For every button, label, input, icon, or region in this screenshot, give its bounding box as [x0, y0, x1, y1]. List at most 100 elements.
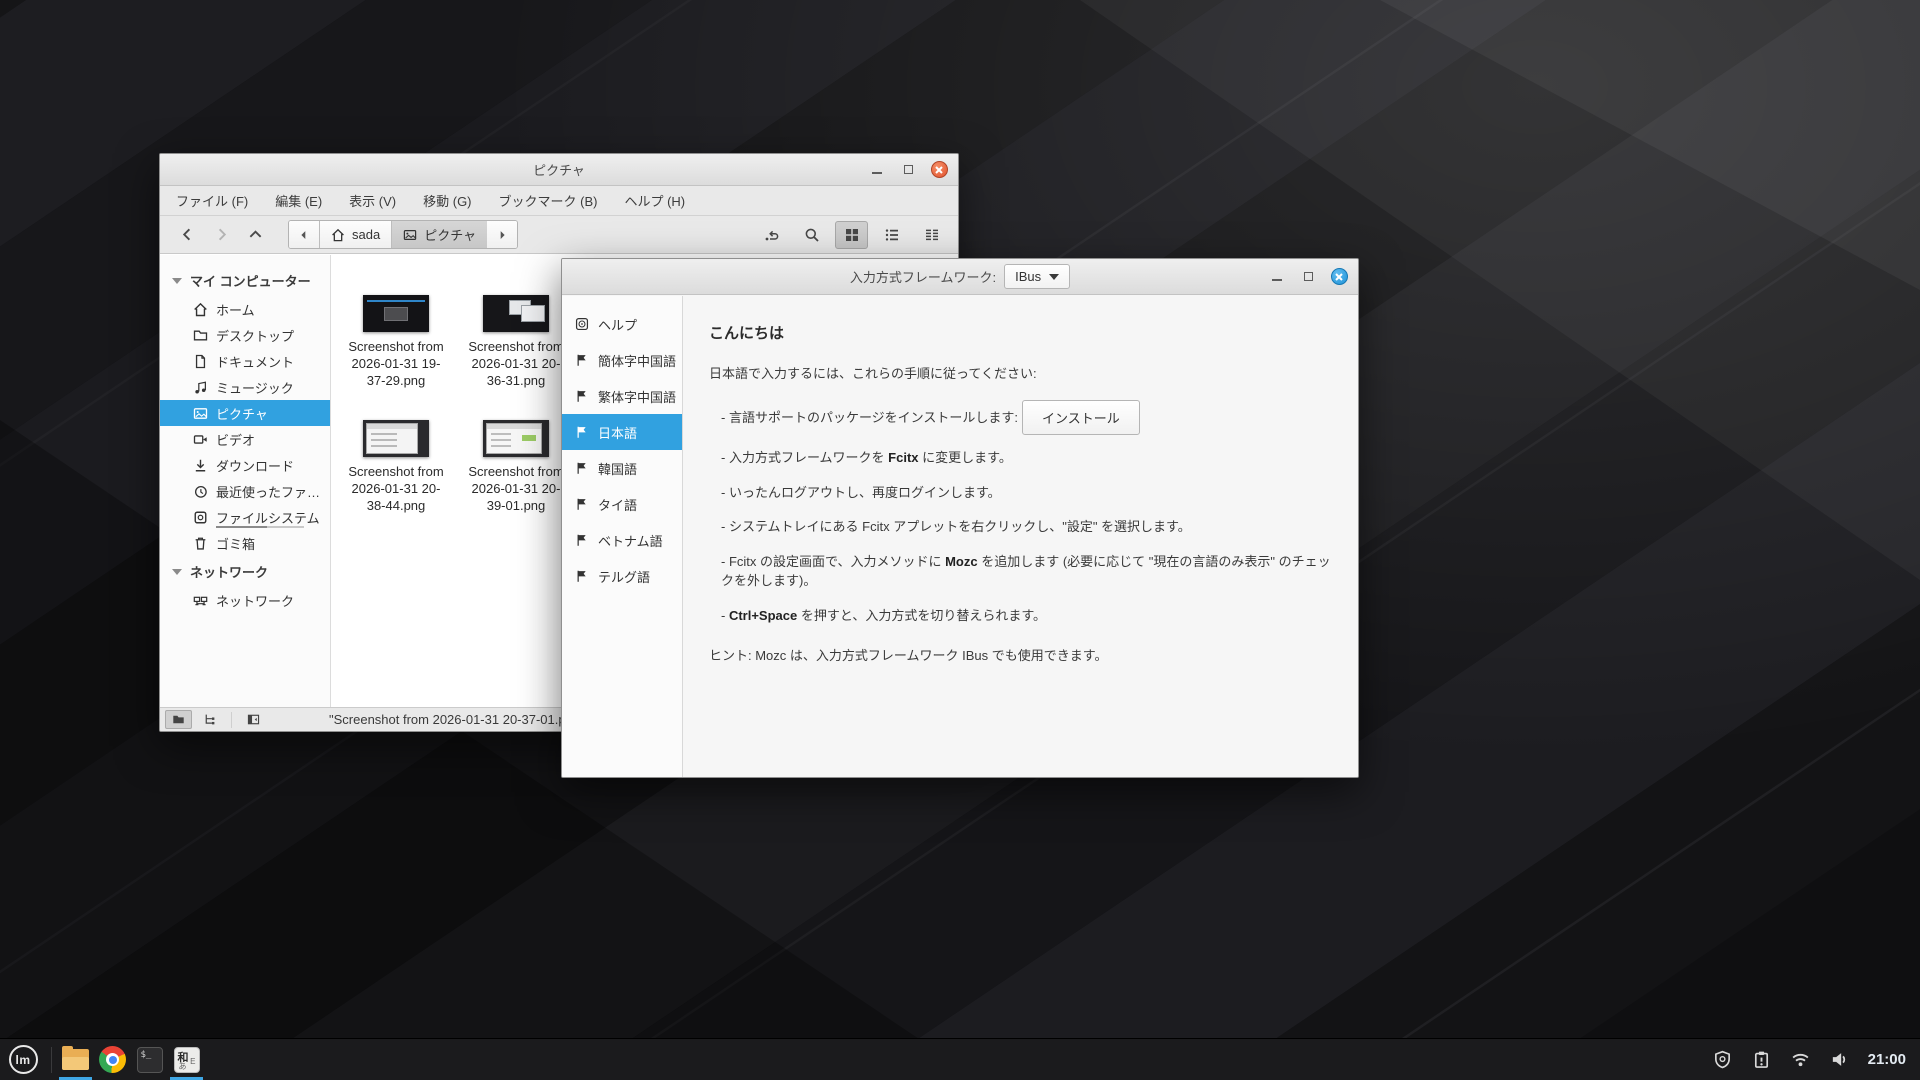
- language-item[interactable]: タイ語: [562, 486, 682, 522]
- language-item[interactable]: 日本語: [562, 414, 682, 450]
- disk-usage-bar: [216, 526, 304, 528]
- file-item[interactable]: Screenshot from2026-01-31 20-38-44.png: [336, 420, 456, 515]
- language-item[interactable]: ヘルプ: [562, 306, 682, 342]
- flag-icon: [575, 461, 589, 475]
- im-close-button[interactable]: [1330, 268, 1348, 286]
- im-titlebar[interactable]: 入力方式フレームワーク: IBus: [562, 259, 1358, 295]
- language-item[interactable]: 簡体字中国語: [562, 342, 682, 378]
- im-step: - 言語サポートのパッケージをインストールします:インストール: [721, 400, 1332, 435]
- sidebar-item-label: デスクトップ: [216, 326, 294, 345]
- fm-titlebar[interactable]: ピクチャ: [160, 154, 958, 186]
- sidebar-item-network[interactable]: ネットワーク: [160, 587, 330, 613]
- framework-dropdown[interactable]: IBus: [1004, 264, 1070, 289]
- fm-window-title: ピクチャ: [160, 160, 958, 179]
- sidebar-item-label: ファイルシステム: [216, 508, 320, 527]
- file-item[interactable]: Screenshot from2026-01-31 20-36-31.png: [456, 295, 576, 390]
- search-button[interactable]: [795, 221, 828, 249]
- im-step-text: - Ctrl+Space を押すと、入力方式を切り替えられます。: [721, 608, 1046, 623]
- file-item[interactable]: Screenshot from2026-01-31 20-39-01.png: [456, 420, 576, 515]
- sidebar-item-folder[interactable]: デスクトップ: [160, 322, 330, 348]
- taskbar: lm $_ 和あE 21:00: [0, 1038, 1920, 1080]
- network-tray-button[interactable]: [1786, 1039, 1816, 1080]
- grid-view-button[interactable]: [835, 221, 868, 249]
- compact-view-button[interactable]: [915, 221, 948, 249]
- fm-menu-item[interactable]: ファイル (F): [176, 191, 248, 210]
- input-method-icon: 和あE: [174, 1047, 200, 1073]
- language-item[interactable]: テルグ語: [562, 558, 682, 594]
- places-icon: [172, 713, 185, 726]
- list-view-button[interactable]: [875, 221, 908, 249]
- fm-toolbar: sada ピクチャ: [160, 216, 958, 254]
- sidebar-item-label: ホーム: [216, 300, 255, 319]
- file-thumbnail: [483, 295, 549, 332]
- sidebar-toggle-button[interactable]: [240, 710, 267, 729]
- home-icon: [331, 228, 345, 242]
- treeview-toggle-button[interactable]: [196, 710, 223, 729]
- sidebar-item-music[interactable]: ミュージック: [160, 374, 330, 400]
- sidebar-item-label: ミュージック: [216, 378, 294, 397]
- chevron-left-icon: [297, 228, 311, 242]
- file-manager-launcher[interactable]: [57, 1039, 94, 1080]
- path-segment-sada[interactable]: sada: [320, 221, 392, 248]
- path-scroll-right[interactable]: [487, 221, 517, 248]
- sidebar-item-disk[interactable]: ファイルシステム: [160, 504, 330, 530]
- fm-maximize-button[interactable]: [899, 161, 917, 179]
- sidebar-item-document[interactable]: ドキュメント: [160, 348, 330, 374]
- language-item[interactable]: 韓国語: [562, 450, 682, 486]
- im-intro: 日本語で入力するには、これらの手順に従ってください:: [709, 363, 1332, 382]
- file-thumbnail: [483, 420, 549, 457]
- fm-menu-item[interactable]: 編集 (E): [275, 191, 322, 210]
- menu-button[interactable]: lm: [0, 1039, 46, 1080]
- places-toggle-button[interactable]: [165, 710, 192, 729]
- firewall-tray-button[interactable]: [1708, 1039, 1738, 1080]
- language-item[interactable]: 繁体字中国語: [562, 378, 682, 414]
- compact-view-icon: [924, 227, 940, 243]
- image-icon: [403, 228, 417, 242]
- fm-sidebar-section-header[interactable]: マイ コンピューター: [160, 265, 330, 296]
- fm-minimize-button[interactable]: [868, 161, 886, 179]
- sidebar-item-download[interactable]: ダウンロード: [160, 452, 330, 478]
- sidebar-item-trash[interactable]: ゴミ箱: [160, 530, 330, 556]
- sidebar-item-video[interactable]: ビデオ: [160, 426, 330, 452]
- language-item[interactable]: ベトナム語: [562, 522, 682, 558]
- fm-menu-item[interactable]: 表示 (V): [349, 191, 396, 210]
- folder-icon: [193, 328, 208, 343]
- chrome-launcher[interactable]: [94, 1039, 131, 1080]
- fm-sidebar: マイ コンピューターホームデスクトップドキュメントミュージックピクチャビデオダウ…: [160, 255, 331, 707]
- language-label: ヘルプ: [598, 315, 637, 334]
- path-segment-ピクチャ[interactable]: ピクチャ: [392, 221, 487, 248]
- expander-icon: [172, 569, 182, 575]
- up-button[interactable]: [238, 221, 272, 249]
- sidebar-item-recent[interactable]: 最近使ったファ…: [160, 478, 330, 504]
- path-segment-label: ピクチャ: [424, 225, 476, 244]
- file-item[interactable]: Screenshot from2026-01-31 19-37-29.png: [336, 295, 456, 390]
- fm-sidebar-section-header[interactable]: ネットワーク: [160, 556, 330, 587]
- im-step-text: - Fcitx の設定画面で、入力メソッドに Mozc を追加します (必要に応…: [721, 554, 1331, 589]
- fm-menu-item[interactable]: 移動 (G): [423, 191, 471, 210]
- sidebar-item-image[interactable]: ピクチャ: [160, 400, 330, 426]
- path-scroll-left[interactable]: [289, 221, 320, 248]
- im-title-label: 入力方式フレームワーク:: [850, 267, 996, 286]
- fm-menu-item[interactable]: ヘルプ (H): [624, 191, 685, 210]
- fm-close-button[interactable]: [930, 161, 948, 179]
- sidebar-item-home[interactable]: ホーム: [160, 296, 330, 322]
- chevron-right-icon: [495, 228, 509, 242]
- terminal-launcher[interactable]: $_: [131, 1039, 168, 1080]
- im-step-text: - 入力方式フレームワークを Fcitx に変更します。: [721, 450, 1012, 465]
- im-maximize-button[interactable]: [1299, 268, 1317, 286]
- flag-icon: [575, 569, 589, 583]
- back-button[interactable]: [170, 221, 204, 249]
- folder-icon: [62, 1049, 89, 1070]
- install-button[interactable]: インストール: [1022, 400, 1140, 435]
- volume-tray-button[interactable]: [1825, 1039, 1855, 1080]
- video-icon: [193, 432, 208, 447]
- clipboard-tray-button[interactable]: [1747, 1039, 1777, 1080]
- fm-menu-item[interactable]: ブックマーク (B): [499, 191, 598, 210]
- input-method-launcher[interactable]: 和あE: [168, 1039, 205, 1080]
- location-entry-toggle-button[interactable]: [755, 221, 788, 249]
- grid-view-icon: [844, 227, 860, 243]
- sidebar-item-label: ドキュメント: [216, 352, 294, 371]
- clock[interactable]: 21:00: [1868, 1051, 1906, 1068]
- forward-button[interactable]: [204, 221, 238, 249]
- im-minimize-button[interactable]: [1268, 268, 1286, 286]
